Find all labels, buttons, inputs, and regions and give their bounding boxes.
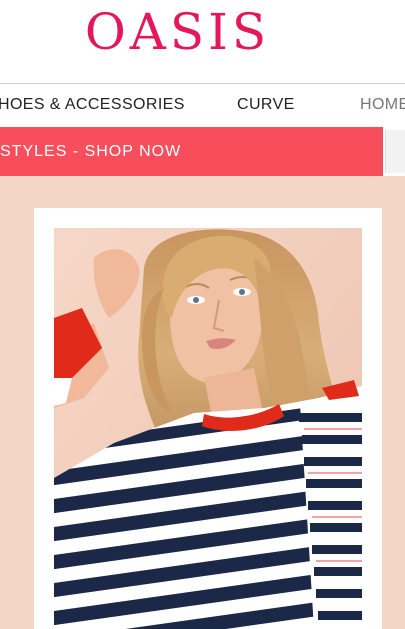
promo-next-slide[interactable]: [383, 127, 405, 176]
model-photo-illustration: [54, 228, 362, 629]
main-nav: HOES & ACCESSORIES CURVE HOME: [0, 84, 405, 126]
hero-model-photo[interactable]: [54, 228, 362, 629]
header: OASIS: [0, 0, 405, 83]
nav-item-home[interactable]: HOME: [360, 95, 405, 115]
promo-next-slide-panel: [385, 130, 405, 173]
nav-item-curve[interactable]: CURVE: [237, 95, 295, 115]
oasis-logo[interactable]: OASIS: [0, 2, 355, 62]
nav-item-shoes-accessories[interactable]: HOES & ACCESSORIES: [0, 95, 185, 115]
promo-banner-text[interactable]: STYLES - SHOP NOW: [0, 142, 181, 162]
promo-banner[interactable]: STYLES - SHOP NOW: [0, 127, 383, 176]
